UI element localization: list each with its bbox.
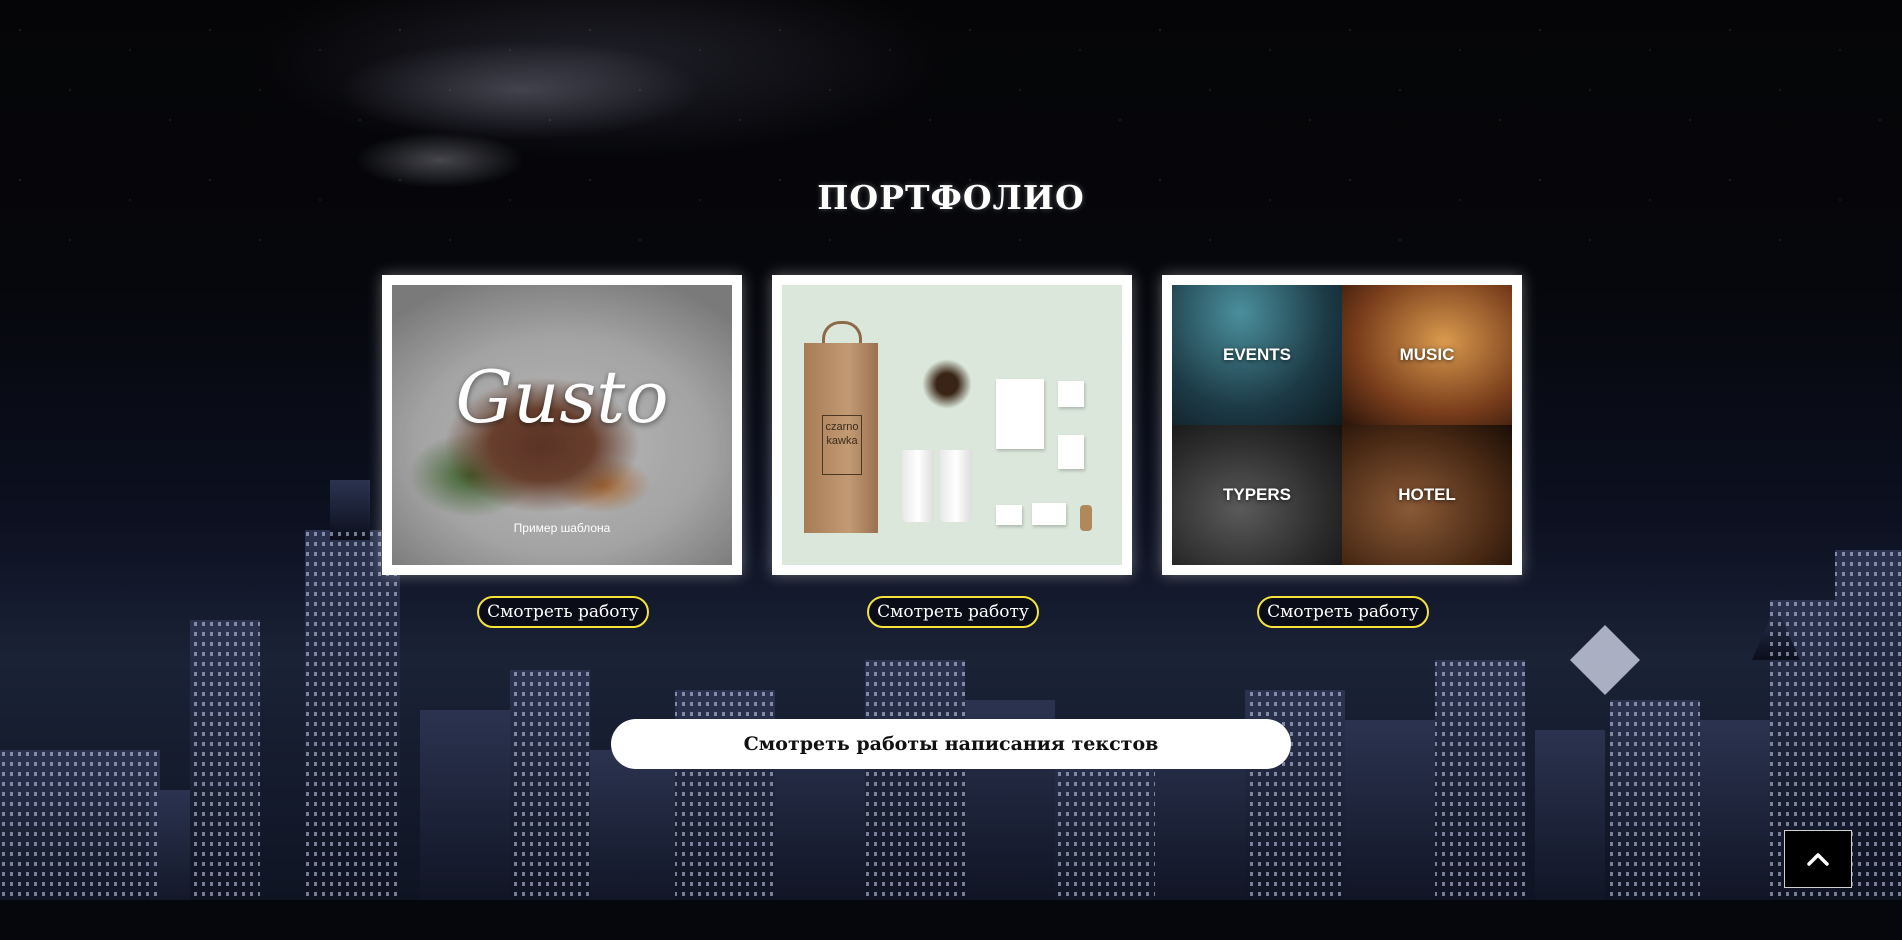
portfolio-page: ПОРТФОЛИО Gusto Пример шаблона czarno ka… <box>0 0 1902 940</box>
tile-typers: TYPERS <box>1172 425 1342 565</box>
business-card <box>996 505 1022 525</box>
view-work-button[interactable]: Смотреть работу <box>1257 596 1429 628</box>
tile-music: MUSIC <box>1342 285 1512 425</box>
grid-thumbnail[interactable]: EVENTS MUSIC TYPERS HOTEL <box>1172 285 1512 565</box>
chevron-up-icon <box>1807 853 1829 866</box>
letterhead <box>996 379 1044 449</box>
tile-grid: EVENTS MUSIC TYPERS HOTEL <box>1172 285 1512 565</box>
gusto-thumbnail[interactable]: Gusto Пример шаблона <box>392 285 732 565</box>
gusto-logo: Gusto <box>455 355 669 439</box>
bag-label: czarno kawka <box>822 415 862 475</box>
view-work-button[interactable]: Смотреть работу <box>477 596 649 628</box>
card-stationery <box>1058 435 1084 469</box>
tile-events: EVENTS <box>1172 285 1342 425</box>
business-card <box>1032 503 1066 525</box>
starry-sky <box>0 0 1902 260</box>
card-stationery <box>1058 381 1084 407</box>
coffee-cup <box>940 450 972 522</box>
coffee-beans <box>922 359 972 409</box>
gusto-caption: Пример шаблона <box>513 521 611 535</box>
view-work-button[interactable]: Смотреть работу <box>867 596 1039 628</box>
branding-thumbnail[interactable]: czarno kawka <box>782 285 1122 565</box>
portfolio-card-grid[interactable]: EVENTS MUSIC TYPERS HOTEL <box>1162 275 1522 575</box>
portfolio-card-gusto[interactable]: Gusto Пример шаблона <box>382 275 742 575</box>
tile-hotel: HOTEL <box>1342 425 1512 565</box>
stamp <box>1080 505 1092 531</box>
scroll-to-top-button[interactable] <box>1784 830 1852 888</box>
portfolio-card-branding[interactable]: czarno kawka <box>772 275 1132 575</box>
coffee-cup <box>902 450 934 522</box>
view-copywriting-button[interactable]: Смотреть работы написания текстов <box>611 719 1291 769</box>
section-title: ПОРТФОЛИО <box>817 178 1085 217</box>
